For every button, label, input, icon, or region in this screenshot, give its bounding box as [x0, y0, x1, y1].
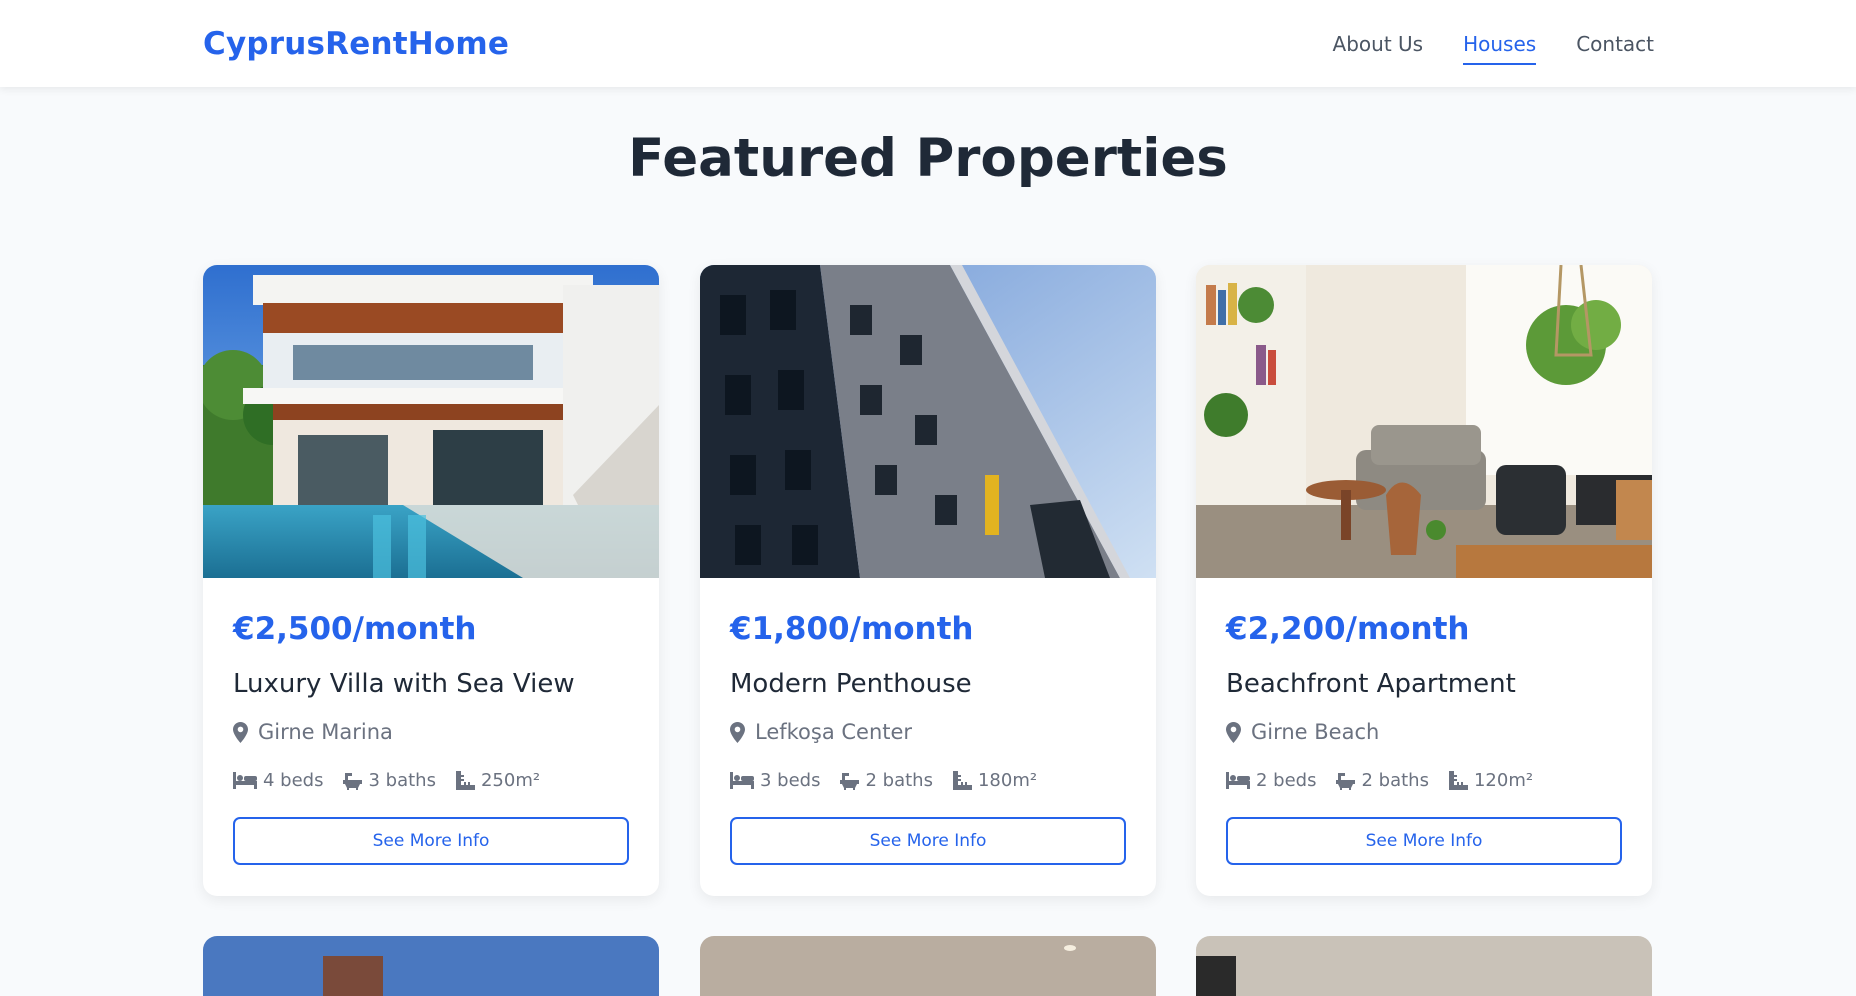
beds-text: 2 beds — [1256, 770, 1317, 791]
area-feature: 250m² — [455, 770, 541, 791]
location-text: Girne Marina — [258, 720, 393, 744]
bath-icon — [343, 772, 363, 790]
property-card: €1,800/month Modern Penthouse Lefkoşa Ce… — [700, 265, 1156, 896]
property-card-partial[interactable] — [1196, 936, 1652, 996]
baths-feature: 2 baths — [1336, 770, 1429, 791]
villa-photo — [203, 265, 659, 578]
brand-logo[interactable]: CyprusRentHome — [203, 20, 509, 68]
bed-icon — [1226, 772, 1250, 789]
bath-icon — [1336, 772, 1356, 790]
property-title[interactable]: Modern Penthouse — [730, 669, 972, 699]
baths-text: 2 baths — [1361, 770, 1429, 791]
baths-feature: 3 baths — [343, 770, 436, 791]
penthouse-photo — [700, 265, 1156, 578]
top-navbar: CyprusRentHome About Us Houses Contact — [0, 0, 1856, 87]
property-price: €1,800/month — [730, 611, 974, 647]
property-card: €2,200/month Beachfront Apartment Girne … — [1196, 265, 1652, 896]
location-text: Lefkoşa Center — [755, 720, 913, 744]
property-features: 4 beds 3 baths 250m² — [233, 770, 560, 791]
page-title: Featured Properties — [628, 128, 1228, 189]
nav-contact[interactable]: Contact — [1576, 32, 1654, 56]
apartment-photo — [1196, 265, 1652, 578]
property-photo-partial — [1196, 936, 1652, 996]
map-pin-icon — [1226, 721, 1241, 743]
area-text: 180m² — [977, 770, 1038, 791]
ruler-icon — [1448, 771, 1468, 790]
property-features: 2 beds 2 baths 120m² — [1226, 770, 1553, 791]
location-text: Girne Beach — [1251, 720, 1380, 744]
property-location: Lefkoşa Center — [730, 720, 912, 744]
property-image-apartment[interactable] — [1196, 265, 1652, 578]
see-more-info-button[interactable]: See More Info — [233, 817, 629, 865]
see-more-info-button[interactable]: See More Info — [730, 817, 1126, 865]
bed-icon — [233, 772, 257, 789]
map-pin-icon — [730, 721, 745, 743]
baths-text: 3 baths — [368, 770, 436, 791]
property-card-partial[interactable] — [700, 936, 1156, 996]
nav-houses[interactable]: Houses — [1463, 32, 1537, 65]
property-location: Girne Beach — [1226, 720, 1379, 744]
beds-feature: 4 beds — [233, 770, 323, 791]
property-price: €2,500/month — [233, 611, 477, 647]
ruler-icon — [455, 771, 475, 790]
ruler-icon — [952, 771, 972, 790]
baths-feature: 2 baths — [840, 770, 933, 791]
beds-text: 4 beds — [263, 770, 324, 791]
nav-about-us[interactable]: About Us — [1333, 32, 1424, 56]
property-location: Girne Marina — [233, 720, 393, 744]
area-text: 250m² — [480, 770, 541, 791]
property-image-villa[interactable] — [203, 265, 659, 578]
property-photo-partial — [700, 936, 1156, 996]
property-title[interactable]: Luxury Villa with Sea View — [233, 669, 575, 699]
property-photo-partial — [203, 936, 659, 996]
bed-icon — [730, 772, 754, 789]
area-text: 120m² — [1473, 770, 1534, 791]
map-pin-icon — [233, 721, 248, 743]
nav-links: About Us Houses Contact — [1293, 0, 1654, 87]
property-card: €2,500/month Luxury Villa with Sea View … — [203, 265, 659, 896]
property-image-penthouse[interactable] — [700, 265, 1156, 578]
property-price: €2,200/month — [1226, 611, 1470, 647]
property-features: 3 beds 2 baths 180m² — [730, 770, 1057, 791]
bath-icon — [840, 772, 860, 790]
property-title[interactable]: Beachfront Apartment — [1226, 669, 1516, 699]
baths-text: 2 baths — [865, 770, 933, 791]
see-more-info-button[interactable]: See More Info — [1226, 817, 1622, 865]
area-feature: 120m² — [1448, 770, 1534, 791]
beds-text: 3 beds — [760, 770, 821, 791]
beds-feature: 3 beds — [730, 770, 820, 791]
area-feature: 180m² — [952, 770, 1038, 791]
property-card-partial[interactable] — [203, 936, 659, 996]
beds-feature: 2 beds — [1226, 770, 1316, 791]
